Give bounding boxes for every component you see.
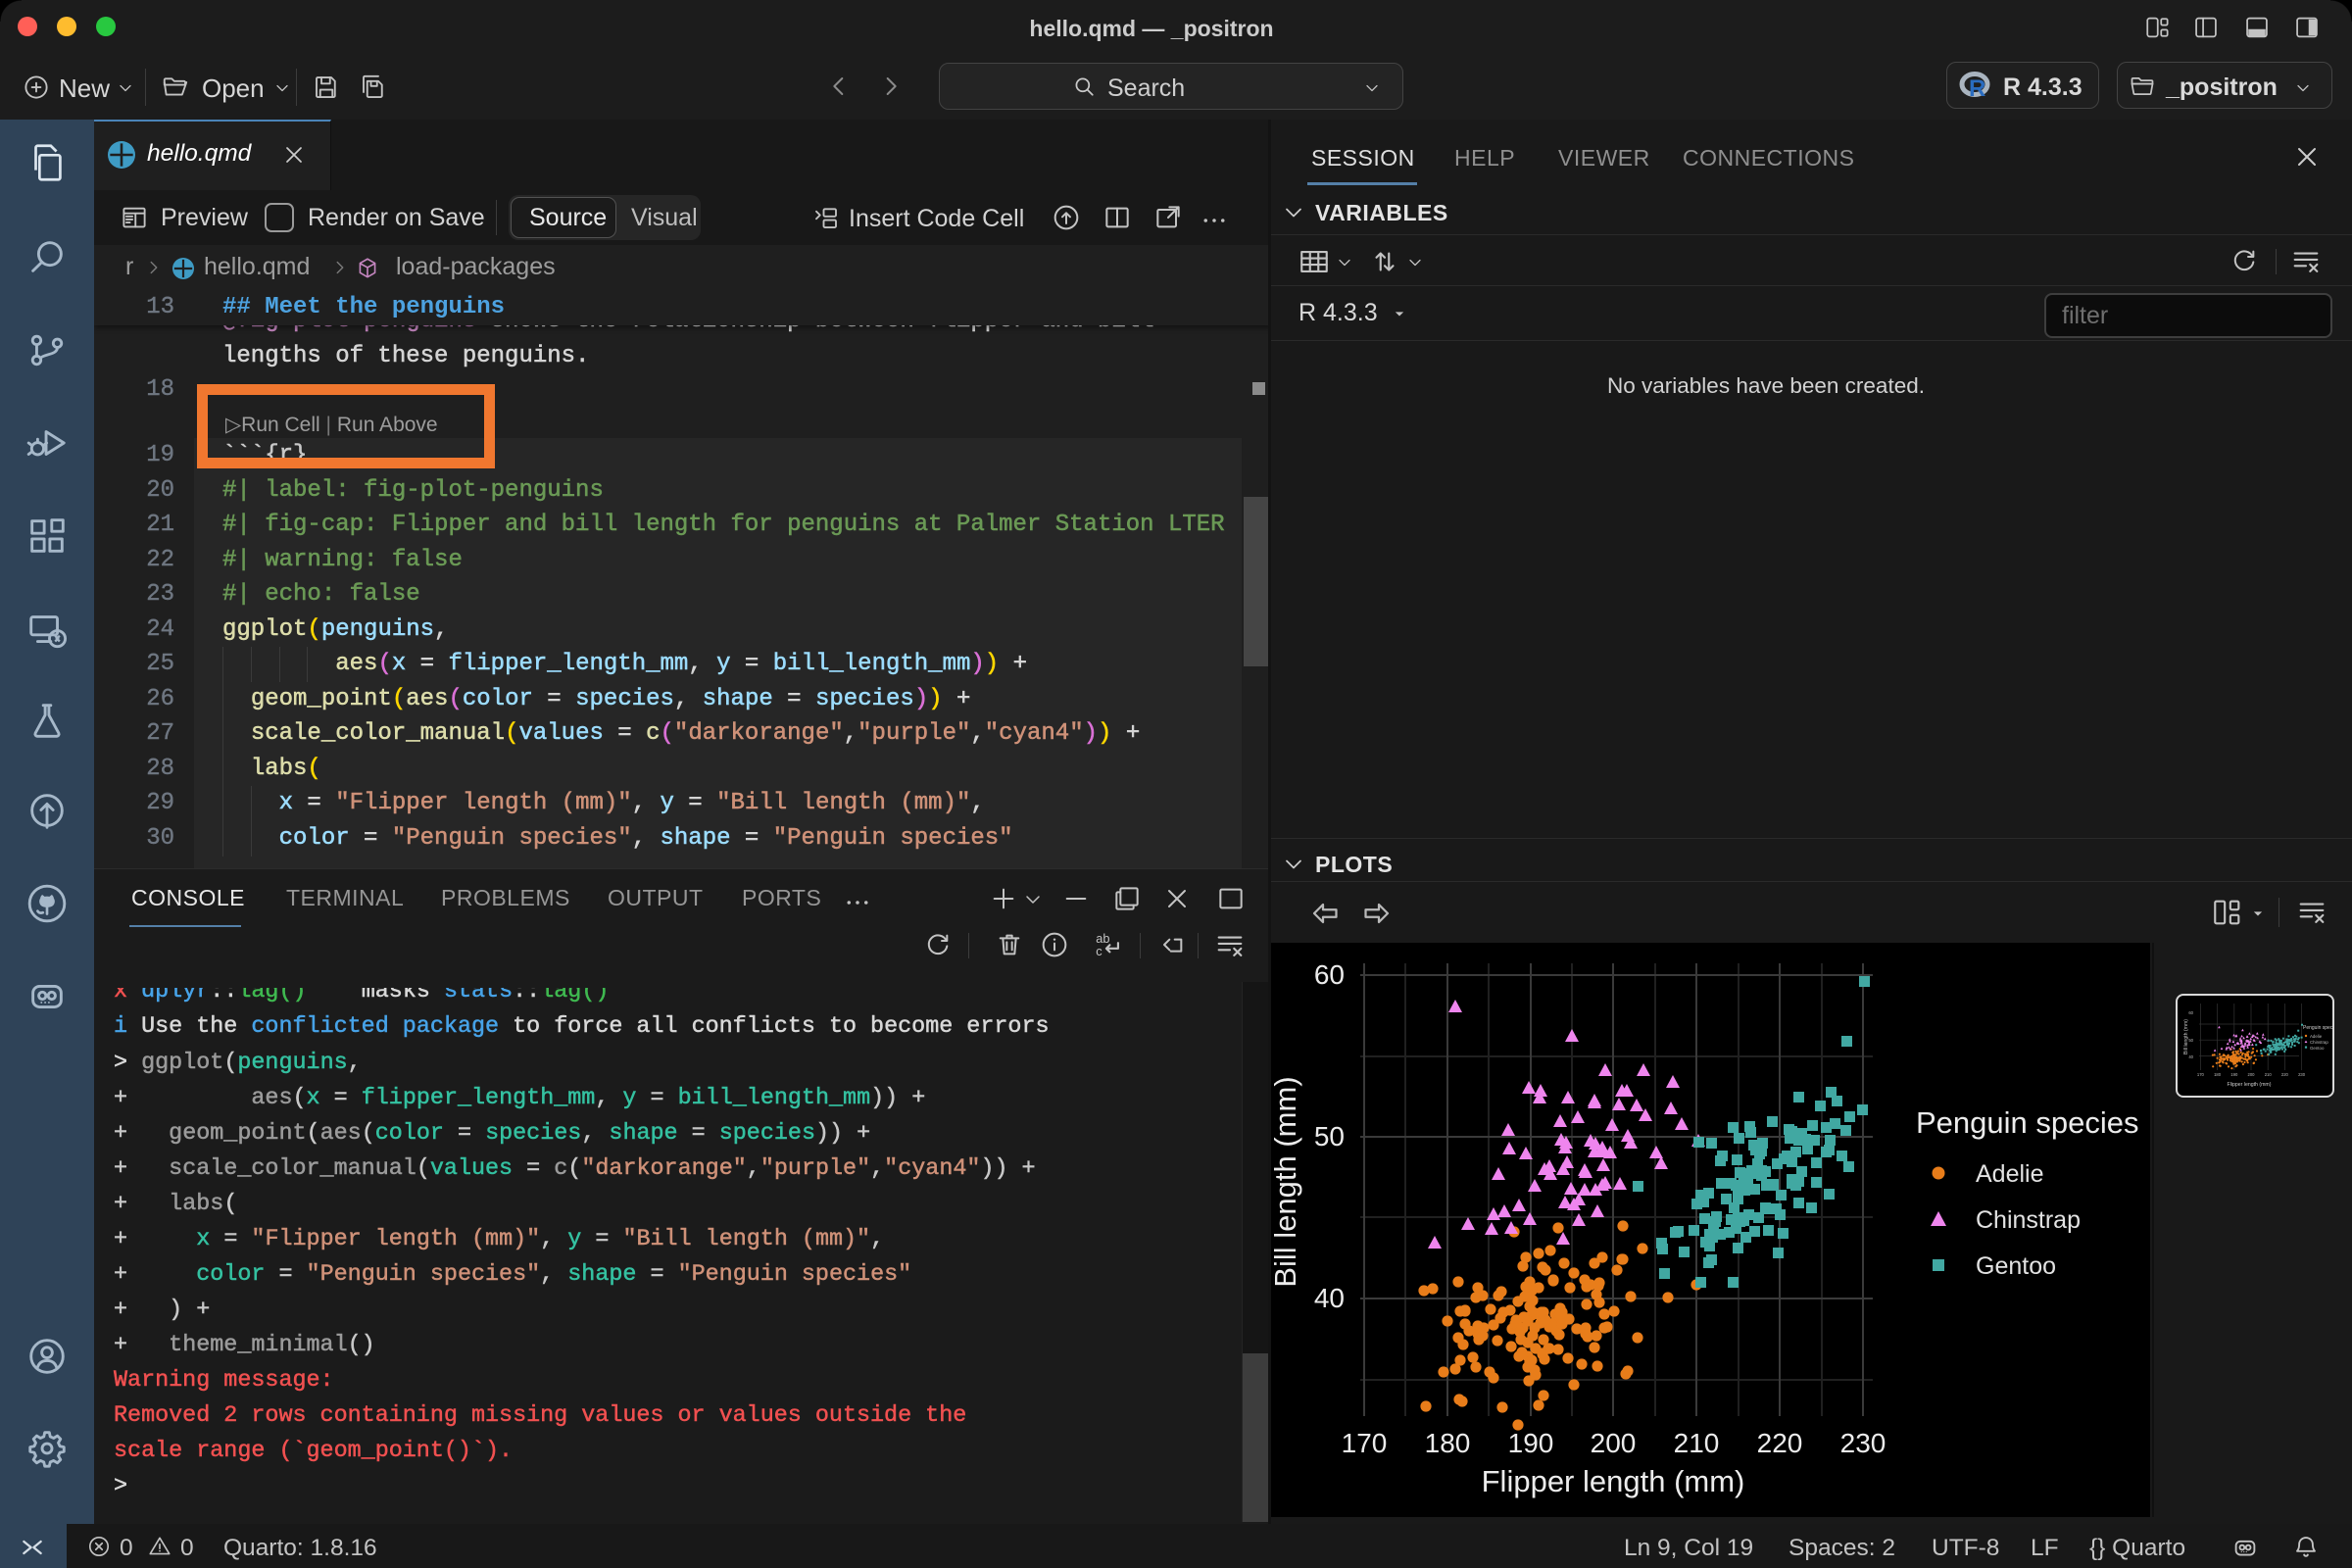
svg-text:60: 60 (2188, 1010, 2193, 1015)
svg-text:Gentoo: Gentoo (1976, 1252, 2056, 1280)
svg-text:60: 60 (1314, 959, 1345, 990)
svg-text:Flipper length (mm): Flipper length (mm) (2228, 1082, 2272, 1088)
svg-text:Adelie: Adelie (2310, 1034, 2323, 1039)
svg-text:170: 170 (2197, 1072, 2205, 1077)
svg-text:Gentoo: Gentoo (2310, 1046, 2325, 1051)
svg-text:c: c (1096, 944, 1102, 958)
svg-text:170: 170 (1342, 1428, 1388, 1458)
svg-text:200: 200 (1591, 1428, 1637, 1458)
svg-text:180: 180 (2214, 1072, 2222, 1077)
svg-text:230: 230 (1840, 1428, 1886, 1458)
svg-text:40: 40 (1314, 1283, 1345, 1313)
svg-text:40: 40 (2188, 1054, 2193, 1059)
svg-text:Chinstrap: Chinstrap (2310, 1040, 2328, 1045)
svg-text:Penguin species: Penguin species (2303, 1025, 2332, 1031)
svg-text:210: 210 (1674, 1428, 1720, 1458)
svg-text:Flipper length (mm): Flipper length (mm) (1482, 1464, 1745, 1498)
svg-text:210: 210 (2265, 1072, 2273, 1077)
svg-text:180: 180 (1425, 1428, 1471, 1458)
svg-text:190: 190 (1508, 1428, 1554, 1458)
svg-text:50: 50 (2188, 1038, 2193, 1043)
svg-text:Bill length (mm): Bill length (mm) (2183, 1019, 2189, 1054)
svg-text:220: 220 (2281, 1072, 2289, 1077)
svg-text:230: 230 (2298, 1072, 2306, 1077)
svg-text:200: 200 (2248, 1072, 2256, 1077)
svg-text:Adelie: Adelie (1976, 1160, 2044, 1188)
svg-text:220: 220 (1757, 1428, 1803, 1458)
svg-text:Penguin species: Penguin species (1916, 1105, 2139, 1140)
svg-text:190: 190 (2230, 1072, 2238, 1077)
svg-text:Chinstrap: Chinstrap (1976, 1206, 2081, 1234)
svg-text:R: R (1969, 75, 1985, 102)
svg-text:Bill length (mm): Bill length (mm) (1271, 1076, 1302, 1287)
svg-text:50: 50 (1314, 1121, 1345, 1152)
